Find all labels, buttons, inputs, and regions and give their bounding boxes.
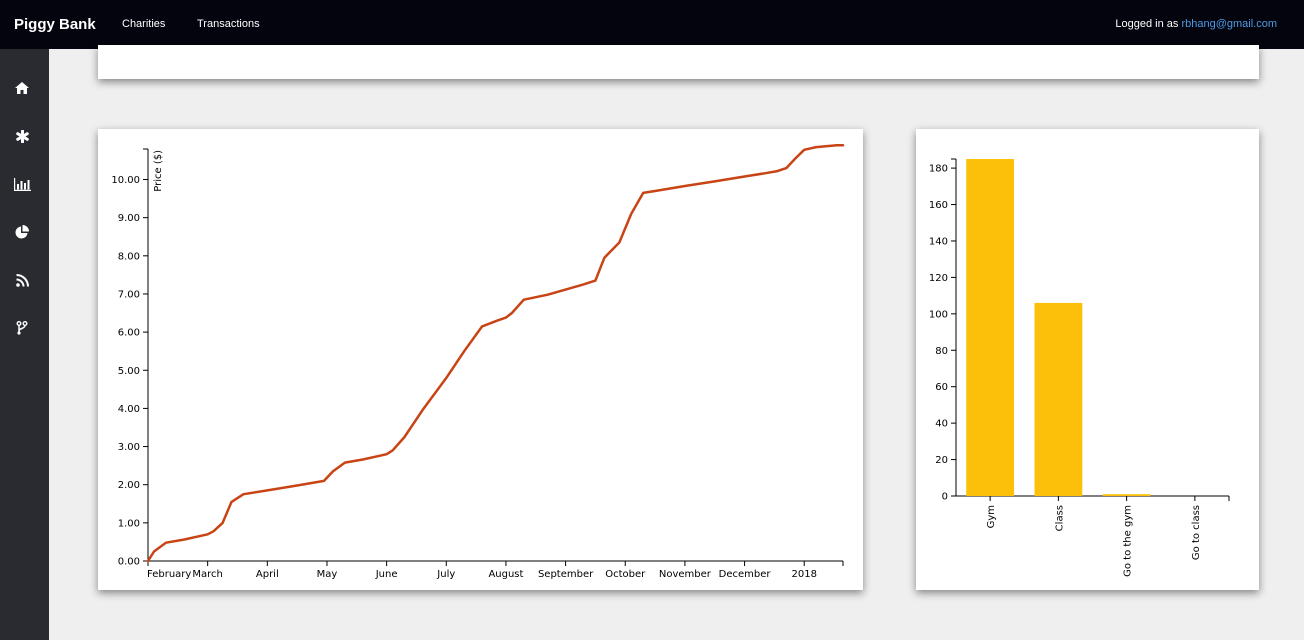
price-series-line [146,143,845,563]
login-prefix: Logged in as [1115,18,1179,30]
asterisk-icon [15,129,29,143]
x-tick-label: March [192,569,222,580]
y-tick-label: 180 [929,164,948,175]
top-navbar: Piggy Bank Charities Transactions Logged… [0,0,1304,49]
pie-chart-icon [15,225,29,239]
sidebar [0,49,49,640]
price-line-chart: 0.00 1.00 2.00 3.00 4.00 5.00 6.00 7.00 8.00 9.00… [111,143,845,580]
y-tick-label: 140 [929,236,948,247]
y-tick-label: 0 [942,492,948,503]
sidebar-item-asterisk[interactable] [12,126,32,146]
bar [1034,302,1083,496]
x-tick-label: April [256,569,279,580]
x-tick-label: Class [1054,505,1065,531]
bar [1102,494,1151,496]
sidebar-item-fork[interactable] [12,318,32,338]
y-tick-label: 20 [935,455,948,466]
y-tick-label: 40 [935,419,948,430]
x-tick-label: July [436,569,455,580]
y-tick-label: 6.00 [118,328,140,339]
y-tick-label: 7.00 [118,289,140,300]
y-tick-label: 5.00 [118,366,140,377]
x-tick-label: August [488,569,523,580]
branch-icon [16,321,28,335]
x-tick-label: Go to the gym [1123,505,1134,577]
x-tick-label: Go to class [1191,505,1202,560]
x-tick-label: September [538,569,594,580]
goals-bar-chart: 0 20 40 60 80 100 120 140 160 180 Gym Class Go to th… [929,158,1230,577]
x-tick-label: May [317,569,338,580]
bar [966,159,1015,496]
x-tick-label: October [605,569,646,580]
y-tick-label: 100 [929,309,948,320]
home-icon [15,82,29,94]
y-tick-label: 2.00 [118,480,140,491]
x-tick-label: Gym [986,505,997,528]
login-status: Logged in as rbhang@gmail.com [1115,18,1277,30]
y-tick-label: 4.00 [118,404,140,415]
nav-charities[interactable]: Charities [122,18,165,30]
y-tick-label: 10.00 [111,175,140,186]
y-tick-label: 3.00 [118,442,140,453]
y-tick-label: 120 [929,273,948,284]
sidebar-item-charts[interactable] [12,174,32,194]
y-tick-label: 9.00 [118,213,140,224]
y-tick-label: 8.00 [118,251,140,262]
y-tick-label: 0.00 [118,557,140,568]
sidebar-item-pie[interactable] [12,222,32,242]
bar-chart-icon [13,177,31,191]
y-tick-label: 60 [935,382,948,393]
y-tick-label: 1.00 [118,518,140,529]
nav-transactions[interactable]: Transactions [197,18,260,30]
summary-card [98,45,1259,79]
x-tick-label: June [375,569,398,580]
x-tick-label: December [719,569,772,580]
sidebar-item-feed[interactable] [12,270,32,290]
x-tick-label: February [147,569,191,580]
y-tick-label: 80 [935,346,948,357]
y-axis-title: Price ($) [153,150,164,192]
y-tick-label: 160 [929,200,948,211]
login-email-link[interactable]: rbhang@gmail.com [1181,18,1277,30]
price-line-chart-card: 0.00 1.00 2.00 3.00 4.00 5.00 6.00 7.00 8.00 9.00… [98,129,863,590]
brand-logo[interactable]: Piggy Bank [14,16,96,33]
rss-icon [15,273,29,287]
sidebar-item-home[interactable] [12,78,32,98]
x-tick-label: 2018 [791,569,816,580]
x-tick-label: November [659,569,712,580]
goals-bar-chart-card: 0 20 40 60 80 100 120 140 160 180 Gym Class Go to th… [916,129,1259,590]
